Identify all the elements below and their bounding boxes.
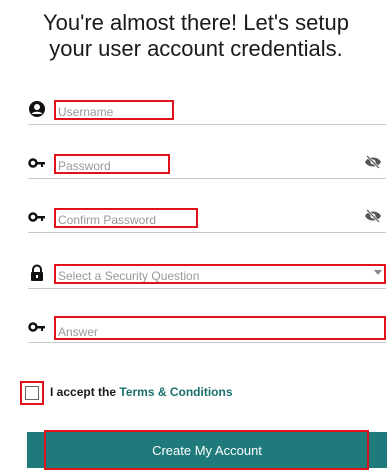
- terms-label: I accept the Terms & Conditions: [50, 385, 233, 399]
- password-input[interactable]: Password: [54, 154, 170, 174]
- username-row: Username: [28, 94, 386, 125]
- answer-input[interactable]: Answer: [54, 316, 386, 340]
- password-placeholder: Password: [58, 159, 111, 173]
- create-account-button[interactable]: Create My Account: [27, 432, 387, 468]
- key-icon: [28, 158, 45, 168]
- answer-placeholder: Answer: [58, 325, 99, 339]
- page-title: You're almost there! Let's setup your us…: [0, 10, 392, 62]
- confirm-password-input[interactable]: Confirm Password: [54, 208, 198, 228]
- checkbox-box: [25, 386, 39, 400]
- security-question-select[interactable]: Select a Security Question: [54, 264, 386, 284]
- eye-slash-icon[interactable]: [364, 209, 382, 223]
- terms-checkbox[interactable]: [20, 381, 44, 405]
- lock-icon: [31, 264, 43, 281]
- eye-slash-icon[interactable]: [364, 155, 382, 169]
- title-line-2: your user account credentials.: [49, 36, 343, 61]
- terms-link[interactable]: Terms & Conditions: [119, 385, 232, 399]
- user-circle-icon: [29, 101, 45, 117]
- confirm-password-placeholder: Confirm Password: [58, 213, 157, 227]
- confirm-password-row: Confirm Password: [28, 202, 386, 233]
- password-row: Password: [28, 148, 386, 179]
- terms-prefix: I accept the: [50, 385, 117, 399]
- key-icon: [28, 322, 45, 332]
- title-line-1: You're almost there! Let's setup: [43, 10, 349, 35]
- username-input[interactable]: Username: [54, 100, 174, 120]
- chevron-down-icon: [374, 270, 382, 275]
- answer-row: Answer: [28, 312, 386, 343]
- username-placeholder: Username: [58, 105, 114, 119]
- security-question-placeholder: Select a Security Question: [58, 269, 200, 283]
- key-icon: [28, 212, 45, 222]
- security-question-row: Select a Security Question: [28, 258, 386, 289]
